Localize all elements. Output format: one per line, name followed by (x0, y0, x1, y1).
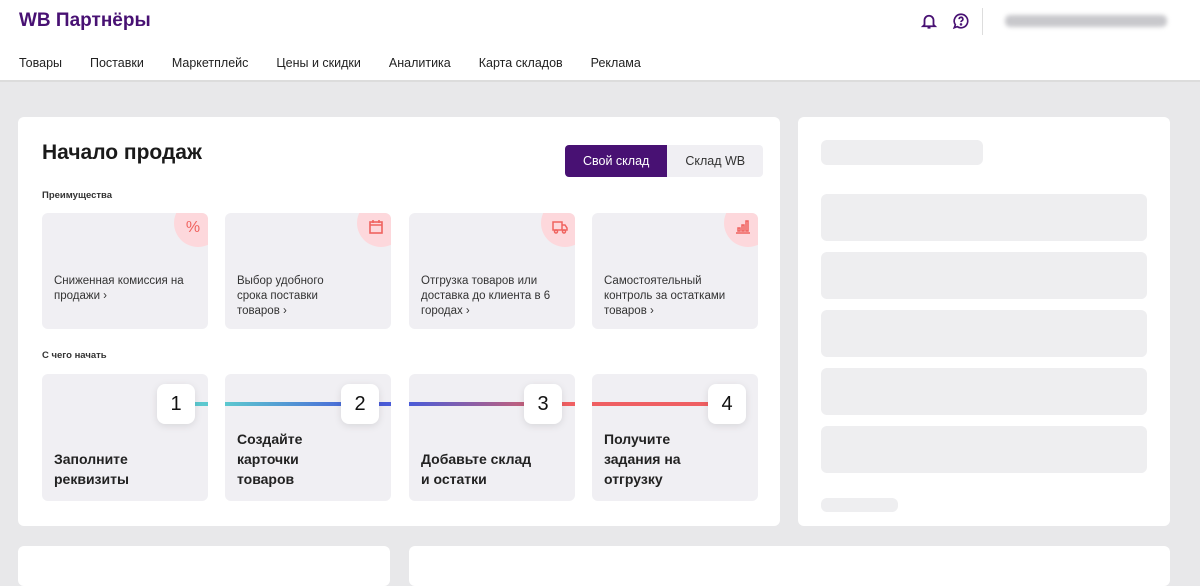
top-header: WB Партнёры Товары Поставки Маркетплейс … (0, 0, 1200, 82)
skeleton (821, 252, 1147, 299)
calendar-icon (367, 219, 385, 237)
bottom-card-left (18, 546, 390, 586)
start-label: С чего начать (42, 350, 107, 361)
progress-line (195, 402, 208, 406)
nav-item-analytics[interactable]: Аналитика (389, 56, 451, 70)
step-number: 2 (341, 384, 379, 424)
skeleton (821, 194, 1147, 241)
main-nav: Товары Поставки Маркетплейс Цены и скидк… (19, 56, 641, 70)
help-icon[interactable] (952, 12, 970, 30)
percent-icon: % (185, 219, 201, 236)
truck-icon (551, 219, 569, 237)
chart-icon (734, 219, 752, 237)
logo[interactable]: WB Партнёры (19, 10, 151, 32)
skeleton (821, 498, 898, 512)
page-title: Начало продаж (42, 141, 202, 164)
benefit-card[interactable]: Выбор удобного срока поставки товаров › (225, 213, 391, 329)
step-number: 1 (157, 384, 195, 424)
benefits-label: Преимущества (42, 190, 113, 201)
skeleton (821, 426, 1147, 473)
step-number: 4 (708, 384, 746, 424)
progress-line (562, 402, 575, 406)
skeleton (821, 140, 983, 165)
benefit-card[interactable]: % Сниженная комиссия на продажи › (42, 213, 208, 329)
progress-line (225, 402, 343, 406)
divider (982, 8, 983, 35)
loading-panel (798, 117, 1170, 526)
progress-line (592, 402, 710, 406)
progress-line (409, 402, 527, 406)
progress-line (378, 402, 391, 406)
nav-item-marketplace[interactable]: Маркетплейс (172, 56, 249, 70)
bell-icon[interactable] (920, 12, 938, 30)
warehouse-toggle: Свой склад Склад WB (565, 145, 764, 177)
own-warehouse-button[interactable]: Свой склад (565, 145, 668, 177)
bottom-card-right (409, 546, 1170, 586)
skeleton (821, 368, 1147, 415)
user-menu[interactable] (1005, 15, 1167, 27)
benefit-card[interactable]: Отгрузка товаров или доставка до клиента… (409, 213, 575, 329)
nav-item-ads[interactable]: Реклама (591, 56, 641, 70)
wb-warehouse-button[interactable]: Склад WB (667, 145, 764, 177)
skeleton (821, 310, 1147, 357)
benefit-card[interactable]: Самостоятельный контроль за остатками то… (592, 213, 758, 329)
step-number: 3 (524, 384, 562, 424)
nav-item-supplies[interactable]: Поставки (90, 56, 144, 70)
sales-start-card: Начало продаж Свой склад Склад WB Преиму… (18, 117, 780, 526)
nav-item-warehouse-map[interactable]: Карта складов (479, 56, 563, 70)
nav-item-prices[interactable]: Цены и скидки (276, 56, 360, 70)
nav-item-goods[interactable]: Товары (19, 56, 62, 70)
